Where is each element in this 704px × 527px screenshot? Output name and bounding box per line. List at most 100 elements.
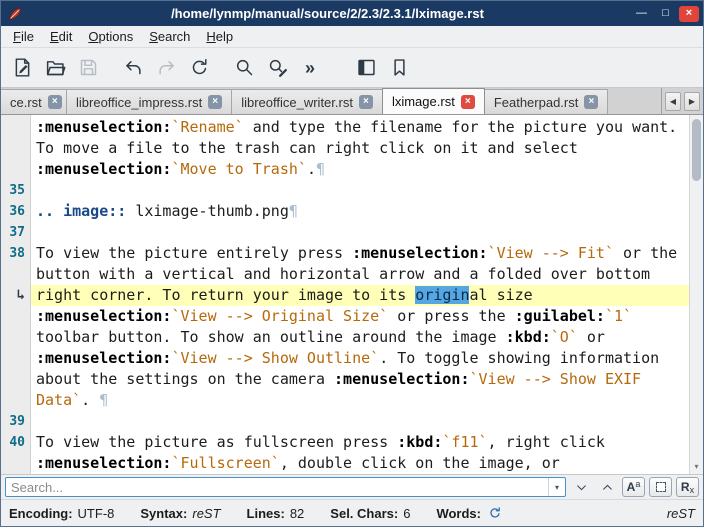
tab-close-icon[interactable]: ×	[48, 95, 62, 109]
tab-close-icon[interactable]: ×	[359, 95, 373, 109]
editor: 35363738↳3940 :menuselection:`Rename` an…	[1, 115, 703, 474]
menu-help[interactable]: Help	[198, 27, 241, 46]
code-token-lit: `O`	[551, 328, 578, 346]
code-row[interactable]: :menuselection:`Rename` and type the fil…	[31, 117, 689, 138]
close-icon: ×	[686, 8, 692, 19]
line-number	[1, 159, 30, 180]
search-input[interactable]	[6, 480, 548, 495]
code-token-role: :menuselection:	[352, 244, 487, 262]
code-token-dir: .. image::	[36, 202, 126, 220]
find-previous-button[interactable]	[596, 477, 618, 497]
search-history-dropdown[interactable]: ▾	[548, 478, 565, 496]
code-row[interactable]: .. image:: lximage-thumb.png¶	[31, 201, 689, 222]
code-token-lit: `Fullscreen`	[171, 454, 279, 472]
code-row[interactable]: To view the picture entirely press :menu…	[31, 243, 689, 264]
code-token-role: :menuselection:	[36, 118, 171, 136]
code-row[interactable]: To view the picture as fullscreen press …	[31, 432, 689, 453]
code-row[interactable]: :menuselection:`View --> Original Size` …	[31, 306, 689, 327]
code-row[interactable]: Data`. ¶	[31, 390, 689, 411]
window-controls: —□ ×	[631, 5, 703, 22]
reload-button[interactable]	[184, 53, 214, 83]
code-row[interactable]: button with a vertical and horizontal ar…	[31, 264, 689, 285]
toolbar-overflow-button[interactable]: »	[295, 53, 325, 83]
line-number	[1, 390, 30, 411]
tab-label: libreoffice_impress.rst	[76, 95, 202, 110]
side-pane-button[interactable]	[351, 53, 381, 83]
code-row[interactable]: toolbar button. To show an outline aroun…	[31, 327, 689, 348]
undo-icon	[123, 57, 144, 78]
regex-button[interactable]: Rx	[676, 477, 699, 497]
line-number	[1, 264, 30, 285]
tab-ce-rst[interactable]: ce.rst×	[1, 89, 67, 114]
chevron-down-icon: ▾	[555, 483, 559, 492]
menu-edit[interactable]: Edit	[42, 27, 80, 46]
tab-list: ce.rst×libreoffice_impress.rst×libreoffi…	[1, 88, 661, 114]
find-next-button[interactable]	[570, 477, 592, 497]
menu-options[interactable]: Options	[80, 27, 141, 46]
search-button[interactable]	[229, 53, 259, 83]
new-document-icon	[12, 57, 33, 78]
toolbar-overflow-icon: »	[305, 59, 315, 77]
find-replace-button[interactable]	[262, 53, 292, 83]
code-row[interactable]: To move a file to the trash can right cl…	[31, 138, 689, 159]
tab-libreoffice-writer-rst[interactable]: libreoffice_writer.rst×	[231, 89, 383, 114]
code-token-lit: `f11`	[442, 433, 487, 451]
tab-close-icon[interactable]: ×	[461, 95, 475, 109]
scrollbar-handle[interactable]	[692, 119, 701, 181]
line-number: 39	[1, 411, 30, 432]
menu-search[interactable]: Search	[141, 27, 198, 46]
code-token-plain: or press the	[388, 307, 514, 325]
code-token-role: :menuselection:	[36, 454, 171, 472]
reload-icon	[189, 57, 210, 78]
code-row[interactable]: :menuselection:`View --> Show Outline`. …	[31, 348, 689, 369]
maximize-button[interactable]: □	[655, 5, 676, 22]
code-token-plain: right corner. To return your image to it…	[36, 286, 415, 304]
undo-button[interactable]	[118, 53, 148, 83]
featherpad-logo-icon	[6, 5, 24, 23]
code-row[interactable]	[31, 180, 689, 201]
line-number: 37	[1, 222, 30, 243]
tab-close-icon[interactable]: ×	[208, 95, 222, 109]
menu-file[interactable]: File	[5, 27, 42, 46]
code-row[interactable]: right corner. To return your image to it…	[31, 285, 689, 306]
tab-lximage-rst[interactable]: lximage.rst×	[382, 88, 485, 114]
open-folder-button[interactable]	[40, 53, 70, 83]
bookmark-button[interactable]	[384, 53, 414, 83]
code-token-role: :menuselection:	[334, 370, 469, 388]
status-lines: Lines:82	[247, 506, 305, 521]
code-token-plain: To view the picture entirely press	[36, 244, 352, 262]
code-area[interactable]: :menuselection:`Rename` and type the fil…	[31, 115, 689, 474]
tab-close-icon[interactable]: ×	[584, 95, 598, 109]
code-token-lit: `View --> Fit`	[488, 244, 614, 262]
match-case-button[interactable]: Aa	[622, 477, 645, 497]
close-button[interactable]: ×	[679, 6, 699, 22]
word-count-refresh-button[interactable]	[488, 506, 502, 520]
code-row[interactable]: :menuselection:`Move to Trash`.¶	[31, 159, 689, 180]
new-document-button[interactable]	[7, 53, 37, 83]
tab-scroll-left-button[interactable]: ◀	[665, 92, 681, 111]
featherpad-window: /home/lynmp/manual/source/2/2.3/2.3.1/lx…	[0, 0, 704, 527]
code-row[interactable]: about the settings on the camera :menuse…	[31, 369, 689, 390]
line-number	[1, 117, 30, 138]
tab-libreoffice-impress-rst[interactable]: libreoffice_impress.rst ×	[66, 89, 232, 114]
code-token-plain: , double click on the image, or	[280, 454, 560, 472]
code-row[interactable]	[31, 222, 689, 243]
tab-featherpad-rst[interactable]: Featherpad.rst×	[484, 89, 609, 114]
code-token-pilcrow: ¶	[99, 391, 108, 409]
code-token-plain: button with a vertical and horizontal ar…	[36, 265, 650, 283]
code-token-role: :guilabel:	[515, 307, 605, 325]
code-token-plain: or the	[614, 244, 677, 262]
whole-word-button[interactable]	[649, 477, 672, 497]
code-token-role: :menuselection:	[36, 307, 171, 325]
tab-scroll-right-button[interactable]: ▶	[684, 92, 700, 111]
code-row[interactable]	[31, 411, 689, 432]
code-token-lit: `View --> Show EXIF	[469, 370, 641, 388]
code-token-plain: .	[81, 391, 99, 409]
menu-bar: FileEditOptionsSearchHelp	[1, 26, 703, 48]
title-bar: /home/lynmp/manual/source/2/2.3/2.3.1/lx…	[1, 1, 703, 26]
code-row[interactable]: :menuselection:`Fullscreen`, double clic…	[31, 453, 689, 474]
scrollbar-down-arrow[interactable]: ▾	[690, 459, 703, 473]
minimize-button[interactable]: —	[631, 5, 652, 22]
vertical-scrollbar[interactable]: ▾	[689, 115, 703, 474]
scroll-left-icon: ◀	[670, 97, 676, 106]
